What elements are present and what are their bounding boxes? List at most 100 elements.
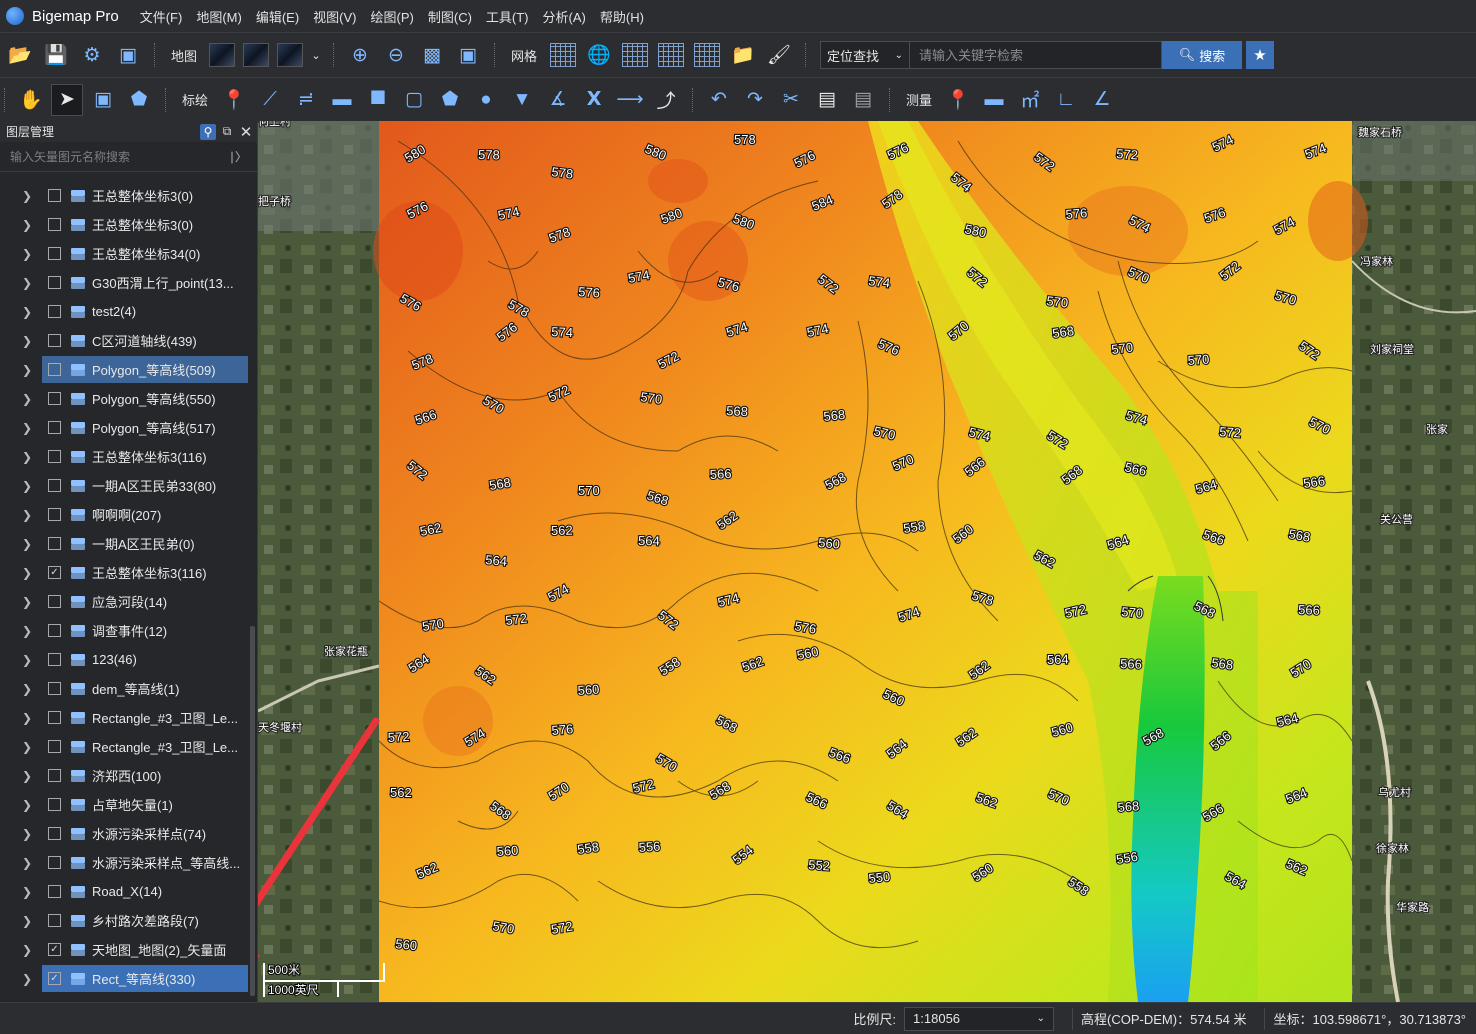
expand-chevron-icon[interactable]: ❯ [22,827,40,841]
layer-visibility-checkbox[interactable] [48,624,61,637]
expand-chevron-icon[interactable]: ❯ [22,769,40,783]
layer-row[interactable]: ❯ 啊啊啊(207) [0,500,248,529]
layer-row[interactable]: ❯ 水源污染采样点_等高线... [0,848,248,877]
expand-chevron-icon[interactable]: ❯ [22,856,40,870]
list-icon[interactable]: ▤ [847,84,879,116]
zoom-out-icon[interactable]: ⊖ [380,39,412,71]
layer-row[interactable]: ❯ ✓ 王总整体坐标3(116) [0,558,248,587]
layer-row[interactable]: ❯ 王总整体坐标3(0) [0,210,248,239]
search-input[interactable] [910,41,1163,69]
locate-select[interactable]: 定位查找 ⌄ [820,41,911,69]
scale-select[interactable]: 1:18056 ⌄ [904,1006,1055,1031]
layer-row[interactable]: ❯ 123(46) [0,645,248,674]
expand-chevron-icon[interactable]: ❯ [22,740,40,754]
layer-visibility-checkbox[interactable] [48,595,61,608]
expand-chevron-icon[interactable]: ❯ [22,247,40,261]
expand-chevron-icon[interactable]: ❯ [22,972,40,986]
measure-area-icon[interactable]: ㎡ [1014,84,1046,116]
globe-grid-icon[interactable]: 🌐 [583,39,615,71]
expand-chevron-icon[interactable]: ❯ [22,392,40,406]
layer-visibility-checkbox[interactable] [48,392,61,405]
menu-item[interactable]: 编辑(E) [249,7,306,26]
expand-chevron-icon[interactable]: ❯ [22,624,40,638]
basemap-dropdown-chevron-icon[interactable]: ⌄ [309,39,323,71]
marker-pin-icon[interactable]: 📍 [218,84,250,116]
map-canvas[interactable]: 500米 1000英尺 魏家石桥冯家林刘家祠堂张家关公营乌尤村徐家林华家路 张家花… [258,121,1476,1002]
expand-chevron-icon[interactable]: ❯ [22,421,40,435]
layer-visibility-checkbox[interactable] [48,885,61,898]
menu-item[interactable]: 工具(T) [479,7,536,26]
layer-visibility-checkbox[interactable] [48,334,61,347]
layer-visibility-checkbox[interactable] [48,827,61,840]
mgrs-grid-icon[interactable] [658,43,685,67]
expand-chevron-icon[interactable]: ❯ [22,943,40,957]
layer-visibility-checkbox[interactable]: ✓ [48,566,61,579]
layer-row[interactable]: ❯ 应急河段(14) [0,587,248,616]
layer-row[interactable]: ❯ test2(4) [0,297,248,326]
attribute-table-icon[interactable]: ▤ [811,84,843,116]
layer-row[interactable]: ❯ Rectangle_#3_卫图_Le... [0,703,248,732]
collapse-search-icon[interactable]: ∣〉 [229,148,247,165]
polygon-select-icon[interactable]: ⬟ [123,84,155,116]
close-icon[interactable]: ✕ [238,124,254,141]
layer-row[interactable]: ❯ 王总整体坐标3(116) [0,442,248,471]
polyline-icon[interactable]: ≓ [290,84,322,116]
layer-search-icon[interactable]: ⚲ [200,123,216,140]
menu-item[interactable]: 绘图(P) [364,7,421,26]
layer-visibility-checkbox[interactable] [48,537,61,550]
layer-row[interactable]: ❯ Road_X(14) [0,877,248,906]
open-folder-icon[interactable]: 📂 [4,39,36,71]
rectangle-icon[interactable]: ▬ [326,84,358,116]
undo-icon[interactable]: ↶ [703,84,735,116]
map-view[interactable]: 500米 1000英尺 魏家石桥 冯家林 刘家祠堂 张家 关公营 乌尤村 徐家林 华家路 张家花… [258,121,1476,1002]
layer-visibility-checkbox[interactable] [48,247,61,260]
layer-row[interactable]: ❯ 王总整体坐标3(0) [0,181,248,210]
layer-row[interactable]: ❯ 调查事件(12) [0,616,248,645]
direction-arrow-icon[interactable]: ⟶ [614,84,646,116]
expand-chevron-icon[interactable]: ❯ [22,218,40,232]
grid-icon[interactable] [550,43,577,67]
expand-chevron-icon[interactable]: ❯ [22,566,40,580]
brush-icon[interactable]: 🖌 [763,39,795,71]
layer-visibility-checkbox[interactable] [48,508,61,521]
redo-icon[interactable]: ↷ [739,84,771,116]
expand-chevron-icon[interactable]: ❯ [22,537,40,551]
select-arrow-icon[interactable]: ➤ [51,83,83,116]
measure-point-icon[interactable]: 📍 [942,84,974,116]
expand-chevron-icon[interactable]: ❯ [22,334,40,348]
pentagon-icon[interactable]: ⬟ [434,84,466,116]
cut-scissors-icon[interactable]: ✂ [775,84,807,116]
zoom-extent-icon[interactable]: ▩ [416,39,448,71]
menu-item[interactable]: 分析(A) [536,7,593,26]
box-select-icon[interactable]: ▣ [87,84,119,116]
layer-row[interactable]: ❯ 乡村路次差路段(7) [0,906,248,935]
layer-row[interactable]: ❯ 一期A区王民弟(0) [0,529,248,558]
layer-row[interactable]: ❯ 一期A区王民弟33(80) [0,471,248,500]
km-grid-icon[interactable] [622,43,649,67]
layer-row[interactable]: ❯ Rectangle_#3_卫图_Le... [0,732,248,761]
basemap-thumbnail-3[interactable] [277,43,304,67]
expand-chevron-icon[interactable]: ❯ [22,595,40,609]
expand-chevron-icon[interactable]: ❯ [22,305,40,319]
layer-visibility-checkbox[interactable]: ✓ [48,943,61,956]
menu-item[interactable]: 帮助(H) [593,7,651,26]
layer-row[interactable]: ❯ ✓ 天地图_地图(2)_矢量面 [0,935,248,964]
favorites-star-icon[interactable]: ★ [1246,41,1275,69]
layer-visibility-checkbox[interactable] [48,276,61,289]
layer-visibility-checkbox[interactable] [48,682,61,695]
expand-chevron-icon[interactable]: ❯ [22,276,40,290]
arrow-shape-icon[interactable]: ⯀ [362,84,394,116]
layer-visibility-checkbox[interactable] [48,189,61,202]
layer-search-input[interactable] [10,149,229,164]
layer-visibility-checkbox[interactable] [48,769,61,782]
expand-chevron-icon[interactable]: ❯ [22,450,40,464]
pan-hand-icon[interactable]: ✋ [15,84,47,116]
basemap-thumbnail-2[interactable] [243,43,270,67]
layer-visibility-checkbox[interactable] [48,798,61,811]
measure-azimuth-icon[interactable]: ∠ [1086,84,1118,116]
layer-row[interactable]: ❯ G30西渭上行_point(13... [0,268,248,297]
fit-window-icon[interactable]: ▣ [452,39,484,71]
utm-grid-icon[interactable] [694,43,721,67]
layer-row[interactable]: ❯ Polygon_等高线(550) [0,384,248,413]
expand-chevron-icon[interactable]: ❯ [22,479,40,493]
